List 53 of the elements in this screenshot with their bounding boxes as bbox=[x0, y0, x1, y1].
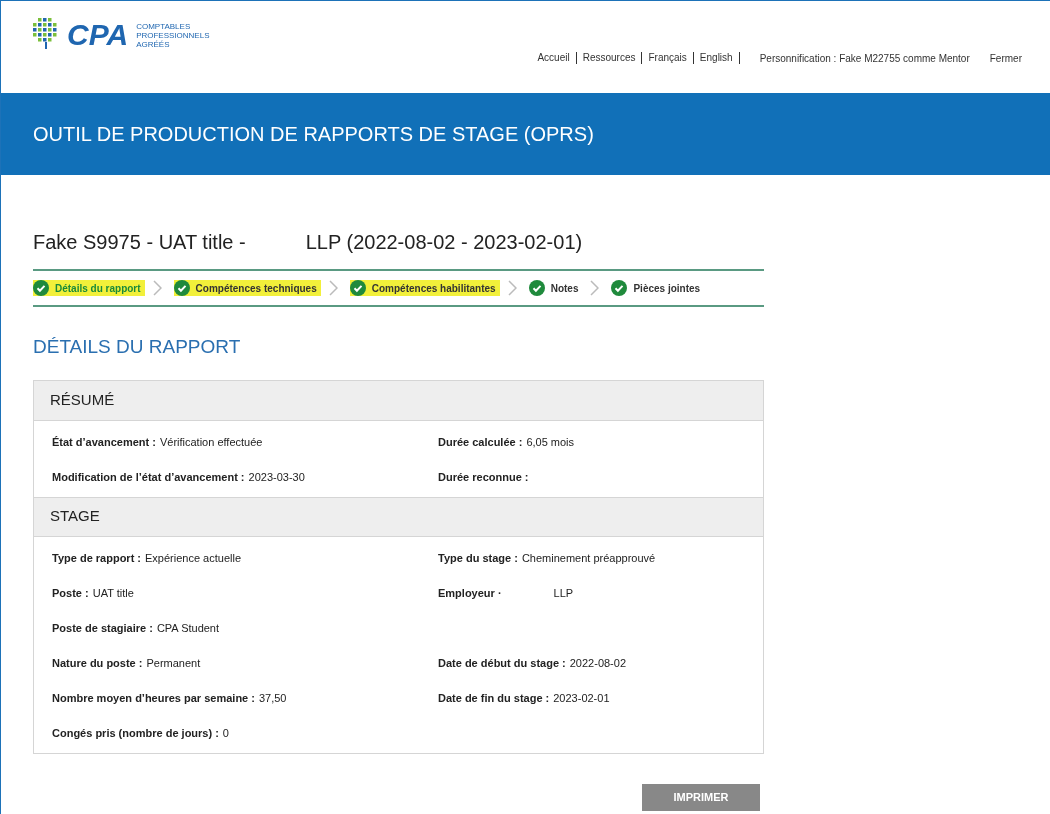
check-circle-icon bbox=[33, 280, 49, 296]
nav-link[interactable]: Accueil bbox=[531, 52, 577, 64]
field-label: Durée reconnue : bbox=[438, 471, 529, 484]
step-tab[interactable]: Notes bbox=[528, 280, 583, 296]
field-value: 2023-03-30 bbox=[248, 471, 305, 484]
panel-header: RÉSUMÉ bbox=[34, 380, 763, 421]
chevron-icon bbox=[328, 280, 338, 296]
impersonation-text: Personnification : Fake M22755 comme Mentor bbox=[759, 51, 970, 66]
check-circle-icon bbox=[611, 280, 628, 296]
check-circle-icon bbox=[349, 280, 366, 296]
chevron-icon bbox=[152, 280, 162, 296]
field-label: Date de fin du stage : bbox=[438, 692, 550, 705]
field-label: Congés pris (nombre de jours) : bbox=[52, 727, 219, 740]
nav-link[interactable]: English bbox=[693, 52, 740, 64]
field-value: 2022-08-02 bbox=[569, 657, 627, 670]
step-tab[interactable]: Pièces jointes bbox=[611, 280, 705, 296]
field-value: 37,50 bbox=[258, 692, 287, 705]
check-circle-icon bbox=[173, 280, 190, 296]
field-label: Type du stage : bbox=[438, 552, 518, 565]
section-title: DÉTAILS DU RAPPORT bbox=[33, 335, 242, 359]
field-value: UAT title bbox=[92, 587, 134, 600]
field-label: Nature du poste : bbox=[52, 657, 143, 670]
field-label: Date de début du stage : bbox=[438, 657, 566, 670]
field-value: CPA Student bbox=[156, 622, 220, 635]
field-label: Employeur · bbox=[438, 587, 502, 600]
field-label: Modification de l’état d’avancement : bbox=[52, 471, 245, 484]
field-label: Nombre moyen d’heures par semaine : bbox=[52, 692, 255, 705]
field-value: LLP bbox=[553, 587, 574, 600]
step-tab[interactable]: Détails du rapport bbox=[33, 280, 145, 296]
chevron-icon bbox=[507, 280, 517, 296]
report-title: Fake S9975 - UAT title - LLP (2022-08-02 - 2023-02-01) bbox=[33, 230, 584, 255]
step-tab[interactable]: Compétences techniques bbox=[173, 280, 321, 296]
field-value: 0 bbox=[222, 727, 229, 740]
check-circle-icon bbox=[528, 280, 545, 296]
title-banner: OUTIL DE PRODUCTION DE RAPPORTS DE STAGE (OPRS) bbox=[1, 93, 1050, 175]
field-value: Vérification effectuée bbox=[159, 436, 263, 449]
step-tab[interactable]: Compétences habilitantes bbox=[349, 280, 500, 296]
field-value: 2023-02-01 bbox=[553, 692, 610, 705]
panel-header: STAGE bbox=[34, 496, 763, 537]
field-value: Expérience actuelle bbox=[145, 552, 242, 565]
close-link[interactable]: Fermer bbox=[989, 50, 1022, 66]
field-value: Cheminement préapprouvé bbox=[521, 552, 656, 565]
field-label: Poste de stagiaire : bbox=[52, 622, 153, 635]
nav-link[interactable]: Ressources bbox=[576, 52, 643, 64]
field-label: État d’avancement : bbox=[52, 436, 156, 449]
field-value: 6,05 mois bbox=[526, 436, 575, 449]
field-label: Type de rapport : bbox=[52, 552, 142, 565]
field-label: Durée calculée : bbox=[438, 436, 523, 449]
nav-link[interactable]: Français bbox=[642, 52, 694, 64]
print-button[interactable]: IMPRIMER bbox=[642, 783, 760, 811]
field-value: Permanent bbox=[146, 657, 201, 670]
field-label: Poste : bbox=[52, 587, 89, 600]
chevron-icon bbox=[590, 280, 600, 296]
